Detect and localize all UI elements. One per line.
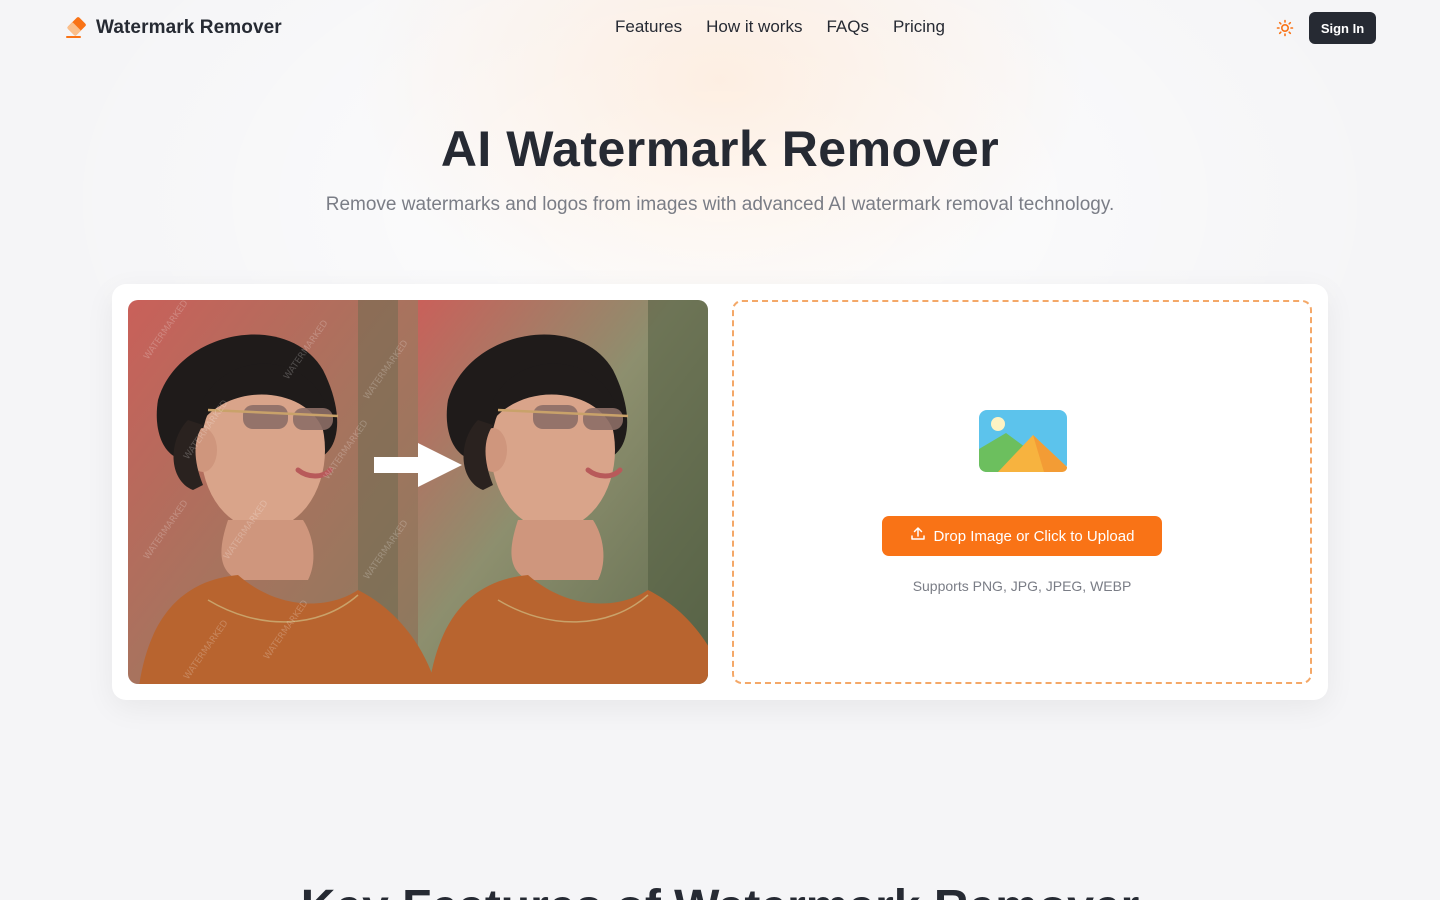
sun-icon[interactable] (1275, 18, 1295, 38)
sign-in-button[interactable]: Sign In (1309, 12, 1376, 44)
features-heading: Key Features of Watermark Remover (0, 880, 1440, 900)
before-after-demo: WATERMARKED WATERMARKED WATERMARKED WATE… (128, 300, 708, 684)
nav-faqs[interactable]: FAQs (826, 17, 869, 37)
brand-logo[interactable]: Watermark Remover (64, 16, 282, 40)
eraser-icon (64, 16, 88, 40)
upload-button-label: Drop Image or Click to Upload (933, 527, 1135, 545)
main-nav: Features How it works FAQs Pricing (615, 17, 945, 37)
site-header: Watermark Remover Features How it works … (0, 0, 1440, 56)
nav-how-it-works[interactable]: How it works (706, 17, 802, 37)
upload-button[interactable]: Drop Image or Click to Upload (882, 516, 1162, 556)
demo-image: WATERMARKED WATERMARKED WATERMARKED WATE… (128, 300, 708, 684)
page-subtitle: Remove watermarks and logos from images … (325, 194, 1115, 215)
upload-dropzone[interactable]: Drop Image or Click to Upload Supports P… (732, 300, 1312, 684)
page-title: AI Watermark Remover (440, 121, 1000, 177)
nav-features[interactable]: Features (615, 17, 682, 37)
supported-formats: Supports PNG, JPG, JPEG, WEBP (912, 578, 1132, 594)
upload-icon (910, 526, 926, 546)
tool-card: WATERMARKED WATERMARKED WATERMARKED WATE… (112, 284, 1328, 700)
image-placeholder-icon (978, 409, 1070, 475)
nav-pricing[interactable]: Pricing (893, 17, 945, 37)
brand-name: Watermark Remover (96, 17, 282, 38)
